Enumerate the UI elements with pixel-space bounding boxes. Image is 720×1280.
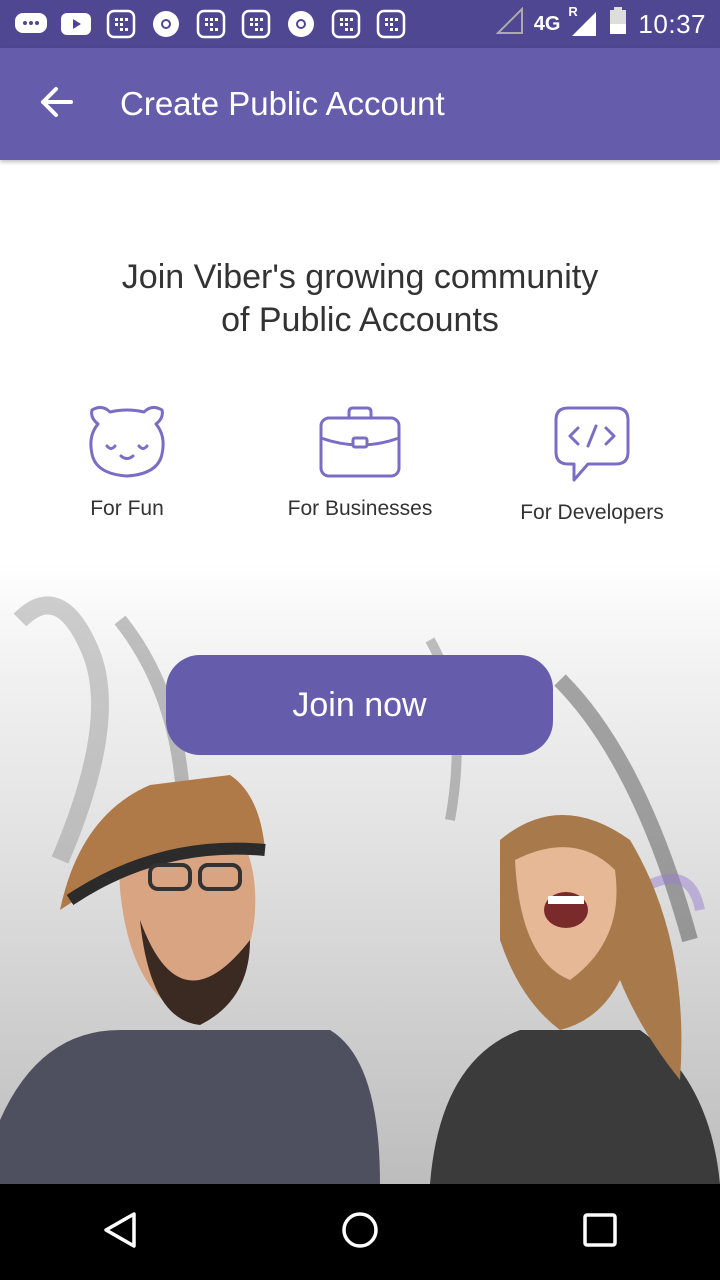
status-right: 4G R 10:37	[495, 4, 706, 42]
roaming-indicator: R	[568, 4, 578, 19]
feature-label: For Developers	[520, 501, 664, 524]
hero-photo	[0, 560, 720, 1184]
home-button[interactable]	[310, 1184, 410, 1280]
headline-line-2: of Public Accounts	[221, 301, 499, 339]
navigation-bar	[0, 1184, 720, 1280]
recents-button[interactable]	[550, 1184, 650, 1280]
signal-icon: R	[568, 4, 598, 38]
feature-for-developers: For Developers	[492, 404, 692, 525]
notification-icons	[14, 9, 408, 39]
battery-icon	[608, 6, 628, 42]
circle-home-icon	[340, 1210, 380, 1255]
clock: 10:37	[638, 8, 706, 39]
app-grid-icon	[374, 9, 408, 39]
feature-label: For Businesses	[287, 497, 433, 520]
chat-bubble-icon	[14, 9, 48, 39]
briefcase-icon	[317, 404, 403, 485]
network-type: 4G	[533, 12, 561, 35]
feature-for-businesses: For Businesses	[260, 404, 460, 521]
app-grid-icon	[329, 9, 363, 39]
app-bar: Create Public Account	[0, 48, 720, 160]
app-grid-icon	[239, 9, 273, 39]
bear-face-icon	[84, 404, 170, 485]
back-nav-button[interactable]	[70, 1184, 170, 1280]
triangle-back-icon	[100, 1210, 140, 1255]
app-grid-icon	[104, 9, 138, 39]
feature-label: For Fun	[90, 497, 164, 520]
back-button[interactable]	[0, 48, 112, 160]
chrome-icon	[284, 9, 318, 39]
signal-empty-icon	[495, 6, 524, 41]
join-now-button[interactable]: Join now	[166, 655, 553, 755]
square-recents-icon	[582, 1212, 618, 1253]
status-bar: 4G R 10:37	[0, 0, 720, 48]
chrome-icon	[149, 9, 183, 39]
headline: Join Viber's growing community of Public…	[0, 256, 720, 342]
headline-line-1: Join Viber's growing community	[121, 258, 599, 296]
main-content: Join Viber's growing community of Public…	[0, 160, 720, 1184]
app-grid-icon	[194, 9, 228, 39]
arrow-left-icon	[38, 86, 74, 123]
page-title: Create Public Account	[120, 85, 445, 122]
code-bubble-icon	[552, 404, 632, 489]
youtube-icon	[59, 9, 93, 39]
feature-for-fun: For Fun	[37, 404, 217, 521]
